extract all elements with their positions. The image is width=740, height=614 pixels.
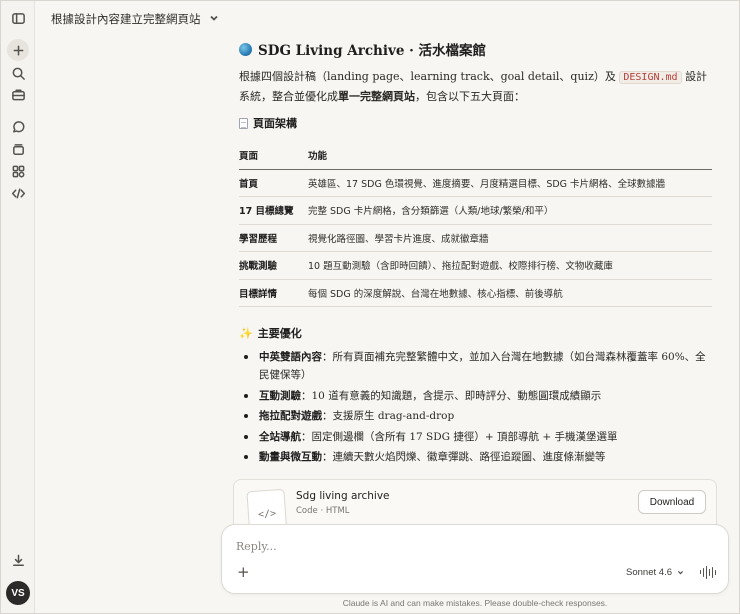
list-item-bold: 全站導航 (259, 430, 301, 443)
intro-text-bold: 單一完整網頁站 (338, 90, 415, 103)
list-item-bold: 中英雙語內容 (259, 351, 322, 363)
extensions-icon[interactable] (7, 160, 29, 182)
intro-paragraph: 根據四個設計稿（landing page、learning track、goal… (239, 67, 714, 106)
sparkles-icon: ✨ (239, 326, 253, 340)
disclaimer-text: Claude is AI and can make mistakes. Plea… (342, 598, 608, 608)
assistant-message: SDG Living Archive · 活水檔案館 根據四個設計稿（landi… (239, 39, 714, 469)
chats-icon[interactable] (7, 116, 29, 138)
model-selector[interactable]: Sonnet 4.6 (626, 567, 684, 578)
list-item-text: ：固定側邊欄（含所有 17 SDG 捷徑）+ 頂部導航 + 手機漢堡選單 (301, 430, 618, 443)
list-item-bold: 動畫與微互動 (259, 451, 322, 463)
voice-waveform-icon[interactable] (700, 565, 717, 579)
list-item-bold: 拖拉配對遊戲 (259, 410, 322, 422)
section-heading-text: 主要優化 (257, 327, 302, 340)
list-item: 中英雙語內容：所有頁面補充完整繁體中文，並加入台灣在地數據（如台灣森林覆蓋率 6… (239, 348, 714, 384)
chevron-down-icon (677, 571, 684, 575)
section-heading-optimizations: ✨ 主要優化 (239, 325, 714, 341)
download-button[interactable]: Download (638, 490, 706, 514)
table-cell-page: 挑戰測驗 (239, 251, 308, 280)
table-row: 17 目標總覽 完整 SDG 卡片網格，含分類篩選（人類/地球/繁榮/和平） (239, 196, 712, 225)
table-cell-function: 英雄區、17 SDG 色環視覺、進度摘要、月度精選目標、SDG 卡片網格、全球數… (308, 169, 712, 197)
table-header-function: 功能 (308, 141, 712, 170)
artifacts-icon[interactable] (7, 138, 29, 160)
table-cell-page: 目標詳情 (239, 279, 308, 307)
design-md-code: DESIGN.md (619, 71, 682, 84)
globe-icon (239, 42, 252, 56)
table-header-row: 頁面 功能 (239, 141, 712, 170)
conversation-title[interactable]: 根據設計內容建立完整網頁站 (51, 10, 219, 28)
document-icon (239, 117, 248, 129)
table-row: 挑戰測驗 10 題互動測驗（含即時回饋）、拖拉配對遊戲、校際排行榜、文物收藏庫 (239, 251, 712, 280)
intro-text-a: 根據四個設計稿（landing page、learning track、goal… (239, 70, 616, 83)
list-item: 全站導航：固定側邊欄（含所有 17 SDG 捷徑）+ 頂部導航 + 手機漢堡選單 (239, 428, 714, 446)
projects-icon[interactable] (7, 83, 29, 105)
list-item-text: ：支援原生 drag-and-drop (322, 410, 455, 422)
table-cell-page: 首頁 (239, 169, 308, 197)
sidebar-toggle-icon[interactable] (7, 7, 29, 29)
table-row: 目標詳情 每個 SDG 的深度解說、台灣在地數據、核心指標、前後導航 (239, 279, 712, 307)
list-item: 拖拉配對遊戲：支援原生 drag-and-drop (239, 407, 714, 425)
chevron-down-icon[interactable] (209, 12, 219, 26)
artifact-subtitle: Code · HTML (296, 506, 350, 516)
table-cell-page: 學習歷程 (239, 224, 308, 252)
list-item-text: ：連續天數火焰閃爍、徽章彈跳、路徑追蹤圖、進度條漸變等 (322, 451, 606, 463)
table-cell-function: 每個 SDG 的深度解說、台灣在地數據、核心指標、前後導航 (308, 279, 712, 307)
optimization-list: 中英雙語內容：所有頁面補充完整繁體中文，並加入台灣在地數據（如台灣森林覆蓋率 6… (239, 348, 714, 466)
table-cell-function: 視覺化路徑圖、學習卡片進度、成就徽章牆 (308, 224, 712, 252)
model-name: Sonnet 4.6 (626, 567, 672, 578)
avatar[interactable]: VS (6, 581, 30, 605)
list-item-bold: 互動測驗 (259, 389, 301, 402)
attach-plus-icon[interactable]: + (237, 565, 251, 580)
table-row: 首頁 英雄區、17 SDG 色環視覺、進度摘要、月度精選目標、SDG 卡片網格、… (239, 169, 712, 197)
artifact-title: Sdg living archive (296, 490, 390, 502)
download-icon[interactable] (7, 549, 29, 571)
message-title-text: SDG Living Archive · 活水檔案館 (258, 43, 487, 59)
list-item: 互動測驗：10 道有意義的知識題，含提示、即時評分、動態圓環成績顯示 (239, 387, 714, 405)
reply-input[interactable]: Reply... (236, 540, 277, 553)
table-cell-function: 完整 SDG 卡片網格，含分類篩選（人類/地球/繁榮/和平） (308, 196, 712, 225)
list-item-text: ：所有頁面補充完整繁體中文，並加入台灣在地數據（如台灣森林覆蓋率 60%、全民健… (259, 351, 706, 381)
section-heading-text: 頁面架構 (253, 117, 297, 130)
message-title: SDG Living Archive · 活水檔案館 (239, 39, 714, 59)
new-chat-icon[interactable] (7, 39, 29, 61)
search-icon[interactable] (7, 62, 29, 84)
table-cell-page: 17 目標總覽 (239, 196, 308, 225)
left-sidebar: VS (1, 1, 35, 613)
list-item: 動畫與微互動：連續天數火焰閃爍、徽章彈跳、路徑追蹤圖、進度條漸變等 (239, 448, 714, 466)
table-cell-function: 10 題互動測驗（含即時回饋）、拖拉配對遊戲、校際排行榜、文物收藏庫 (308, 251, 712, 280)
table-header-page: 頁面 (239, 141, 308, 170)
table-row: 學習歷程 視覺化路徑圖、學習卡片進度、成就徽章牆 (239, 224, 712, 252)
code-icon[interactable] (7, 182, 29, 204)
reply-composer[interactable]: Reply... + Sonnet 4.6 (221, 524, 729, 594)
conversation-title-text: 根據設計內容建立完整網頁站 (51, 12, 201, 26)
list-item-text: ：10 道有意義的知識題，含提示、即時評分、動態圓環成績顯示 (301, 389, 602, 402)
intro-text-c: ，包含以下五大頁面： (415, 90, 525, 103)
section-heading-architecture: 頁面架構 (239, 115, 714, 131)
page-architecture-table: 頁面 功能 首頁 英雄區、17 SDG 色環視覺、進度摘要、月度精選目標、SDG… (239, 141, 712, 307)
